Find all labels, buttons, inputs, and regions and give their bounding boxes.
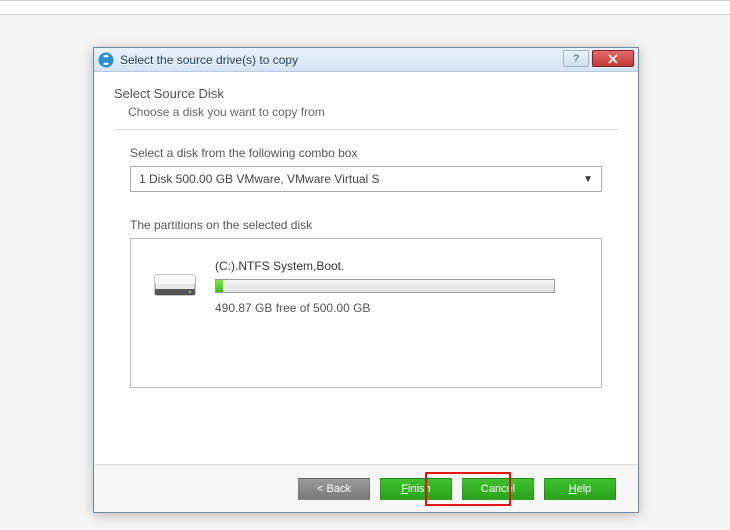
close-icon [607, 54, 619, 64]
help-button-label: Help [569, 483, 592, 495]
window-title: Select the source drive(s) to copy [120, 53, 298, 67]
disk-select-combo[interactable]: 1 Disk 500.00 GB VMware, VMware Virtual … [130, 166, 602, 192]
cancel-button-label: Cancel [481, 483, 515, 495]
back-button-label: < Back [317, 483, 351, 495]
divider [114, 129, 618, 130]
disk-icon [153, 267, 197, 304]
combo-label: Select a disk from the following combo b… [130, 146, 602, 160]
partition-free-text: 490.87 GB free of 500.00 GB [215, 301, 579, 315]
page-subheading: Choose a disk you want to copy from [114, 105, 618, 119]
partitions-label: The partitions on the selected disk [130, 218, 602, 232]
finish-button[interactable]: Finish [380, 478, 452, 500]
dialog-window: Select the source drive(s) to copy ? Sel… [93, 47, 639, 513]
help-button[interactable]: Help [544, 478, 616, 500]
cancel-button[interactable]: Cancel [462, 478, 534, 500]
titlebar[interactable]: Select the source drive(s) to copy ? [94, 48, 638, 72]
question-icon: ? [573, 53, 579, 65]
back-button[interactable]: < Back [298, 478, 370, 500]
partition-name: (C:).NTFS System,Boot. [215, 259, 579, 273]
finish-button-label: Finish [401, 483, 430, 495]
usage-bar-fill [216, 280, 223, 292]
partition-info: (C:).NTFS System,Boot. 490.87 GB free of… [215, 259, 579, 315]
help-window-button[interactable]: ? [563, 50, 589, 67]
chevron-down-icon: ▼ [583, 174, 593, 185]
combo-value: 1 Disk 500.00 GB VMware, VMware Virtual … [139, 172, 380, 186]
close-window-button[interactable] [592, 50, 634, 67]
footer: < Back Finish Cancel Help [94, 464, 638, 512]
usage-bar [215, 279, 555, 293]
app-icon [98, 52, 114, 68]
partitions-box: (C:).NTFS System,Boot. 490.87 GB free of… [130, 238, 602, 388]
page-heading: Select Source Disk [114, 86, 618, 101]
